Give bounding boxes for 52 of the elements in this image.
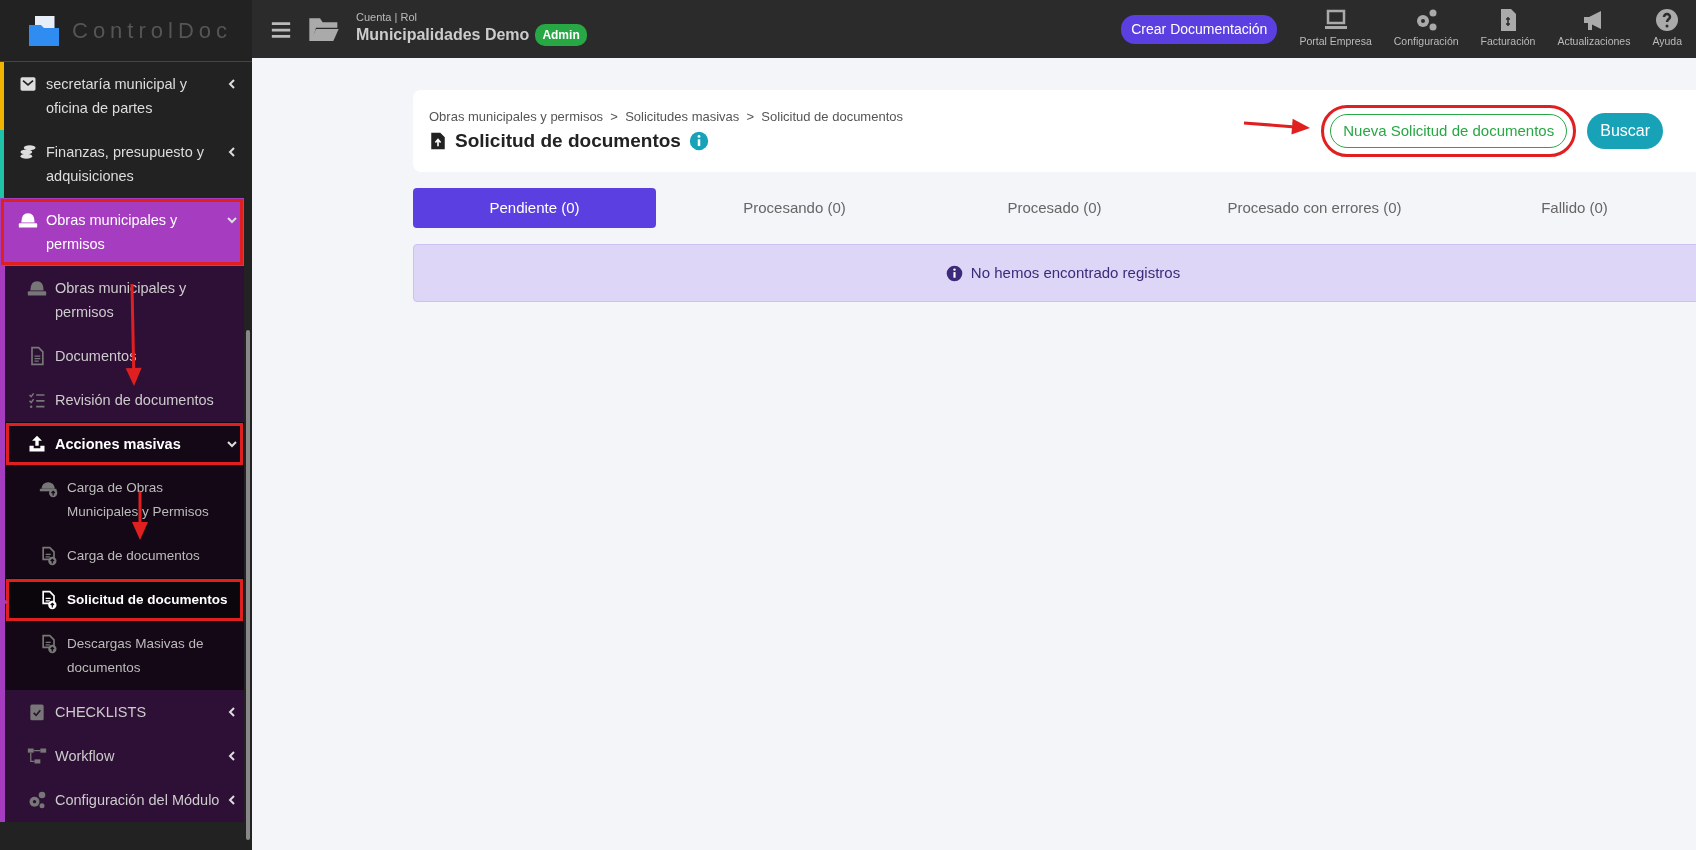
sidebar-item[interactable]: Carga de documentos bbox=[5, 534, 244, 578]
chevron-down-icon bbox=[226, 438, 238, 450]
account-name: Municipalidades Demo bbox=[356, 24, 530, 45]
hard-hat-icon bbox=[27, 278, 47, 298]
alert-message: No hemos encontrado registros bbox=[970, 262, 1181, 283]
checklist-icon bbox=[27, 390, 47, 410]
sidebar-item[interactable]: Revisión de documentos bbox=[5, 378, 244, 422]
toolbar-button[interactable]: Facturación bbox=[1476, 8, 1540, 50]
envelope-icon bbox=[18, 74, 38, 94]
workflow-icon bbox=[27, 746, 47, 766]
chevron-down-icon bbox=[226, 214, 238, 226]
toolbar-button[interactable]: Portal Empresa bbox=[1295, 8, 1376, 50]
annotation-arrow bbox=[1243, 118, 1310, 135]
chevron-left-icon bbox=[226, 750, 238, 762]
coins-icon bbox=[18, 142, 38, 162]
chevron-left-icon bbox=[226, 78, 238, 90]
chevron-left-icon bbox=[226, 794, 238, 806]
account-label: Cuenta | Rol bbox=[356, 11, 418, 23]
info-icon bbox=[688, 130, 709, 151]
sidebar-item[interactable]: Obras municipales y permisos bbox=[0, 198, 244, 266]
page-title: Solicitud de documentos bbox=[455, 128, 681, 153]
sidebar-item[interactable]: Carga de Obras Municipales y Permisos bbox=[5, 466, 244, 534]
gears-icon bbox=[27, 790, 47, 810]
status-tab[interactable]: Pendiente (0) bbox=[413, 188, 656, 228]
sidebar-item[interactable]: CHECKLISTS bbox=[5, 690, 244, 734]
document-upload-icon bbox=[429, 130, 447, 151]
status-tab[interactable]: Fallido (0) bbox=[1453, 188, 1696, 228]
chevron-left-icon bbox=[226, 706, 238, 718]
sidebar-item[interactable]: Workflow bbox=[5, 734, 244, 778]
document-upload-icon bbox=[39, 546, 59, 566]
toolbar-button[interactable]: Actualizaciones bbox=[1553, 8, 1635, 50]
help-icon bbox=[1655, 8, 1680, 33]
sidebar-item[interactable]: Acciones masivas bbox=[5, 422, 244, 466]
clipboard-check-icon bbox=[27, 702, 47, 722]
breadcrumb: Obras municipales y permisos > Solicitudes masivas > Solicitud de documentos bbox=[429, 108, 903, 126]
document-upload-icon bbox=[39, 590, 59, 610]
sidebar-item[interactable]: Descargas Masivas de documentos bbox=[5, 622, 244, 690]
toolbar-button[interactable]: Ayuda bbox=[1648, 8, 1686, 50]
status-tab[interactable]: Procesando (0) bbox=[673, 188, 916, 228]
gears-icon bbox=[1414, 8, 1439, 33]
sidebar-item[interactable]: Configuración del Módulo bbox=[5, 778, 244, 822]
scrollbar[interactable] bbox=[246, 330, 250, 840]
status-tab[interactable]: Procesado (0) bbox=[933, 188, 1176, 228]
role-badge: Admin bbox=[535, 23, 587, 46]
info-icon bbox=[945, 264, 963, 282]
create-documentation-button[interactable]: Crear Documentación bbox=[1121, 14, 1278, 44]
chevron-left-icon bbox=[226, 146, 238, 158]
document-upload-icon bbox=[39, 634, 59, 654]
upload-icon bbox=[27, 434, 47, 454]
hard-hat-icon bbox=[18, 210, 38, 230]
toolbar-button[interactable]: Configuración bbox=[1389, 8, 1463, 50]
status-tab[interactable]: Procesado con errores (0) bbox=[1193, 188, 1436, 228]
